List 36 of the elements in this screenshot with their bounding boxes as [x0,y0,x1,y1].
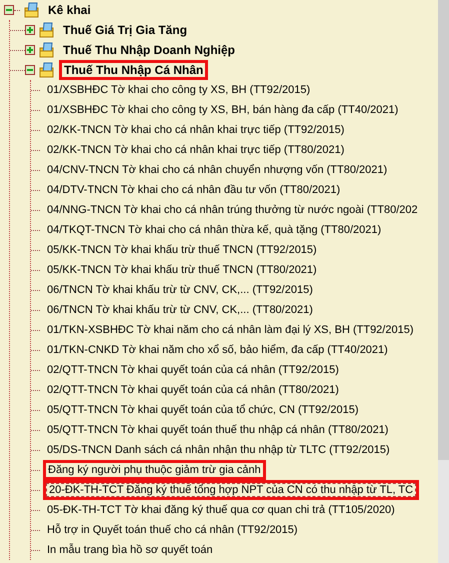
tree-item[interactable]: 02/QTT-TNCN Tờ khai quyết toán của cá nhân (TT92/2015) [43,361,343,379]
expand-icon[interactable] [25,25,35,35]
tree-item[interactable]: 01/TKN-XSBHĐC Tờ khai năm cho cá nhân làm đại lý XS, BH (TT92/2015) [43,321,418,339]
tree-item[interactable]: 02/QTT-TNCN Tờ khai quyết toán của cá nhân (TT80/2021) [43,381,343,399]
folder-icon [39,42,55,58]
tree-item[interactable]: 06/TNCN Tờ khai khấu trừ từ CNV, CK,... (TT80/2021) [43,301,317,319]
folder-icon [24,2,40,18]
tree-folder[interactable]: Thuế Giá Trị Gia Tăng [59,21,192,39]
expand-icon[interactable] [25,45,35,55]
tree-item[interactable]: 04/DTV-TNCN Tờ khai cho cá nhân đầu tư vốn (TT80/2021) [43,181,344,199]
tree-item[interactable]: 06/TNCN Tờ khai khấu trừ từ CNV, CK,... (TT92/2015) [43,281,317,299]
tree-item[interactable]: 05-ĐK-TH-TCT Tờ khai đăng ký thuế qua cơ quan chi trả (TT105/2020) [43,501,399,519]
tree-item[interactable]: 01/TKN-CNKD Tờ khai năm cho xổ số, bảo hiểm, đa cấp (TT40/2021) [43,341,392,359]
tree-folder[interactable]: Thuế Thu Nhập Doanh Nghiệp [59,41,239,59]
folder-icon [39,62,55,78]
tree-item[interactable]: 01/XSBHĐC Tờ khai cho công ty XS, BH (TT92/2015) [43,81,314,99]
tree-item[interactable]: 20-ĐK-TH-TCT Đăng ký thuế tổng hợp NPT của CN có thu nhập từ TL, TC [43,480,420,500]
tree-item[interactable]: 04/NNG-TNCN Tờ khai cho cá nhân trúng thưởng từ nước ngoài (TT80/202 [43,201,422,219]
tree-item[interactable]: 05/QTT-TNCN Tờ khai quyết toán thuế thu nhập cá nhân (TT80/2021) [43,421,392,439]
collapse-icon[interactable] [25,65,35,75]
tree-item[interactable]: 02/KK-TNCN Tờ khai cho cá nhân khai trực tiếp (TT80/2021) [43,141,348,159]
tree-item[interactable]: 01/XSBHĐC Tờ khai cho công ty XS, BH, bán hàng đa cấp (TT40/2021) [43,101,402,119]
tree-folder[interactable]: Thuế Thu Nhập Cá Nhân [59,60,208,80]
tree-item[interactable]: 05/KK-TNCN Tờ khai khấu trừ thuế TNCN (TT92/2015) [43,241,321,259]
tree-item[interactable]: 05/KK-TNCN Tờ khai khấu trừ thuế TNCN (TT80/2021) [43,261,321,279]
collapse-icon[interactable] [4,5,14,15]
tree-item[interactable]: 05/DS-TNCN Danh sách cá nhân nhận thu nhập từ TLTC (TT92/2015) [43,441,394,459]
folder-icon [39,22,55,38]
tree-item[interactable]: Hỗ trợ in Quyết toán thuế cho cá nhân (TT92/2015) [43,521,302,539]
tree-folder[interactable]: Kê khai [44,1,95,19]
tree-item[interactable]: 05/QTT-TNCN Tờ khai quyết toán của tổ chức, CN (TT92/2015) [43,401,362,419]
tree-item[interactable]: 02/KK-TNCN Tờ khai cho cá nhân khai trực tiếp (TT92/2015) [43,121,348,139]
tree-item[interactable]: 04/TKQT-TNCN Tờ khai cho cá nhân thừa kế, quà tặng (TT80/2021) [43,221,386,239]
tree-item[interactable]: In mẫu trang bìa hồ sơ quyết toán [43,541,217,559]
tree-item[interactable]: 04/CNV-TNCN Tờ khai cho cá nhân chuyển nhượng vốn (TT80/2021) [43,161,392,179]
tree-item[interactable]: Đăng ký người phụ thuộc giảm trừ gia cảnh [43,460,266,480]
